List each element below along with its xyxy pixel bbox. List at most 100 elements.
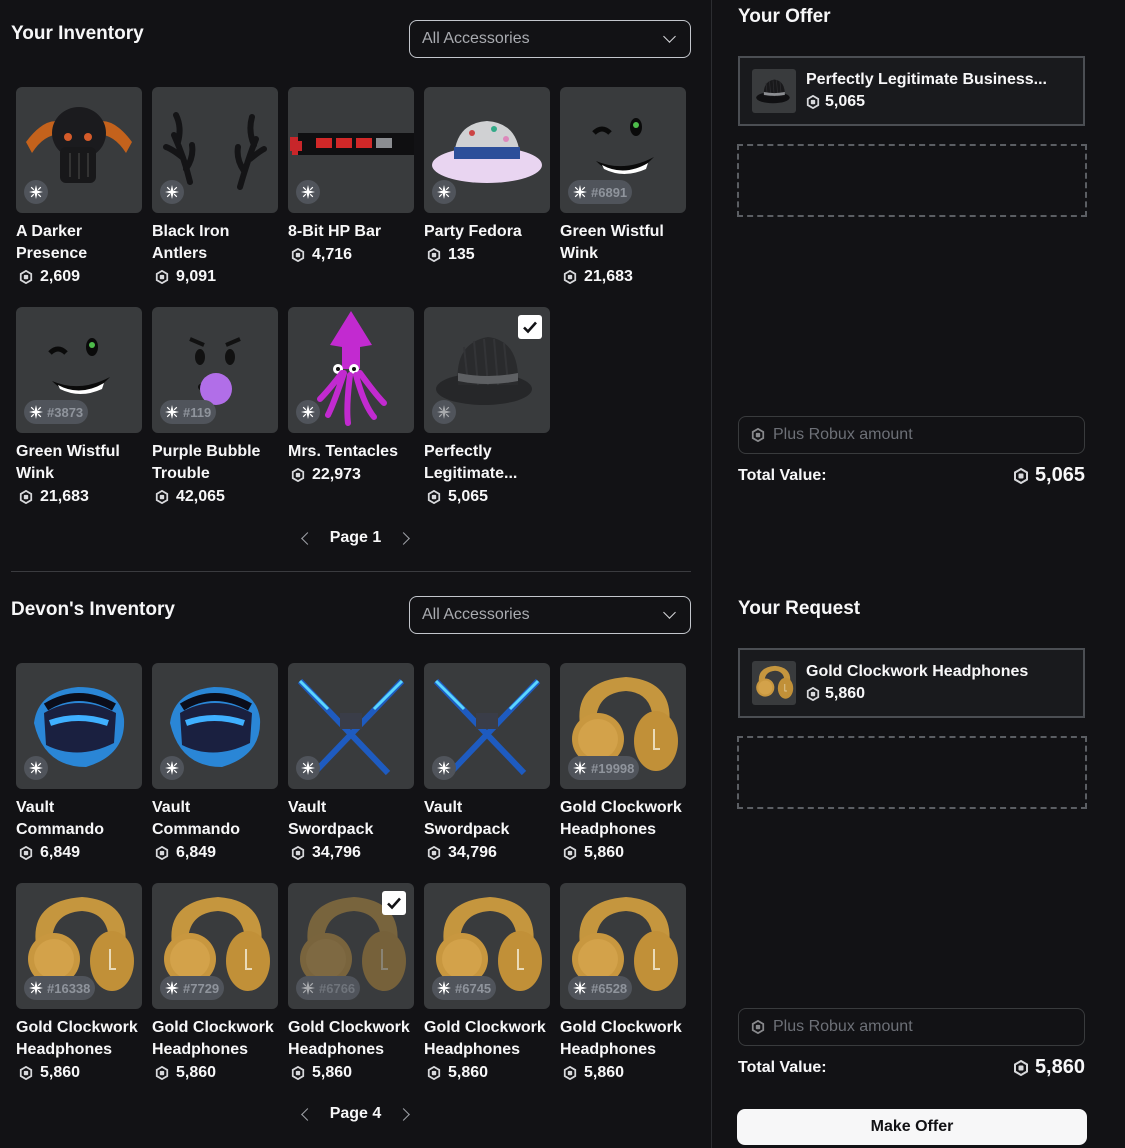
request-robux-field[interactable]	[738, 1008, 1085, 1046]
item-name[interactable]: Vault Commando	[16, 797, 142, 841]
filter-label: All Accessories	[422, 606, 530, 623]
inventory-item[interactable]: #6891 Green Wistful Wink 21,683	[560, 87, 686, 286]
inventory-item[interactable]: Mrs. Tentacles 22,973	[288, 307, 414, 484]
item-thumbnail[interactable]	[152, 87, 278, 213]
item-name[interactable]: Black Iron Antlers	[152, 221, 278, 265]
offer-empty-slot[interactable]	[737, 144, 1087, 217]
request-empty-slot[interactable]	[737, 736, 1087, 809]
item-name[interactable]: Vault Swordpack	[288, 797, 414, 841]
inventory-item[interactable]: #7729 Gold Clockwork Headphones 5,860	[152, 883, 278, 1082]
limited-badge	[296, 400, 320, 424]
item-name[interactable]: Gold Clockwork Headphones	[152, 1017, 278, 1061]
inventory-item[interactable]: #3873 Green Wistful Wink 21,683	[16, 307, 142, 506]
inventory-item[interactable]: Vault Swordpack 34,796	[288, 663, 414, 862]
request-total-value: 5,860	[1034, 1056, 1085, 1078]
item-name[interactable]: 8-Bit HP Bar	[288, 221, 414, 243]
item-thumbnail[interactable]: #6766	[288, 883, 414, 1009]
item-thumbnail[interactable]	[424, 307, 550, 433]
item-thumbnail[interactable]	[424, 663, 550, 789]
item-name[interactable]: Gold Clockwork Headphones	[560, 1017, 686, 1061]
sparkle-icon	[573, 981, 587, 995]
trade-summary-panel: Your Offer Perfectly Legitimate Business…	[711, 0, 1125, 1148]
sparkle-icon	[29, 761, 43, 775]
chevron-left-icon[interactable]	[300, 1107, 314, 1121]
inventory-item[interactable]: #6766 Gold Clockwork Headphones 5,860	[288, 883, 414, 1082]
item-thumbnail[interactable]	[288, 663, 414, 789]
inventory-item[interactable]: #16338 Gold Clockwork Headphones 5,860	[16, 883, 142, 1082]
item-name[interactable]: Gold Clockwork Headphones	[560, 797, 686, 841]
item-thumbnail[interactable]	[424, 87, 550, 213]
inventory-item[interactable]: Black Iron Antlers 9,091	[152, 87, 278, 286]
item-name[interactable]: A Darker Presence	[16, 221, 142, 265]
item-price: 34,796	[288, 844, 414, 862]
offer-slot-1[interactable]: Perfectly Legitimate Business... 5,065	[738, 56, 1085, 126]
robux-icon	[563, 846, 577, 860]
item-name[interactable]: Green Wistful Wink	[16, 441, 142, 485]
item-thumbnail[interactable]: #3873	[16, 307, 142, 433]
item-thumbnail[interactable]: #7729	[152, 883, 278, 1009]
item-thumbnail[interactable]: #119	[152, 307, 278, 433]
item-price-value: 34,796	[312, 844, 361, 861]
robux-icon	[806, 95, 820, 109]
item-thumbnail[interactable]: #6528	[560, 883, 686, 1009]
item-name[interactable]: Party Fedora	[424, 221, 550, 243]
item-thumbnail[interactable]: #16338	[16, 883, 142, 1009]
total-label: Total Value:	[738, 1058, 827, 1076]
item-price: 135	[424, 246, 550, 264]
inventory-item[interactable]: #6745 Gold Clockwork Headphones 5,860	[424, 883, 550, 1082]
offer-robux-input[interactable]	[773, 426, 1073, 444]
inventory-item[interactable]: Vault Commando 6,849	[152, 663, 278, 862]
serial-number: #3873	[47, 404, 84, 420]
item-name[interactable]: Perfectly Legitimate...	[424, 441, 550, 485]
item-thumbnail[interactable]: #6891	[560, 87, 686, 213]
serial-number: #19998	[591, 760, 635, 776]
item-name[interactable]: Gold Clockwork Headphones	[424, 1017, 550, 1061]
sparkle-icon	[301, 761, 315, 775]
sparkle-icon	[29, 405, 43, 419]
item-price: 5,860	[16, 1064, 142, 1082]
item-thumbnail[interactable]	[288, 307, 414, 433]
item-price-value: 6,849	[176, 844, 217, 861]
request-robux-input[interactable]	[773, 1018, 1073, 1036]
checkmark-icon[interactable]	[382, 891, 406, 915]
inventory-item[interactable]: #119 Purple Bubble Trouble 42,065	[152, 307, 278, 506]
inventory-panel: Your Inventory All Accessories A Darker …	[0, 0, 711, 1148]
item-thumbnail[interactable]	[16, 663, 142, 789]
offer-robux-field[interactable]	[738, 416, 1085, 454]
inventory-item[interactable]: Perfectly Legitimate... 5,065	[424, 307, 550, 506]
inventory-item[interactable]: A Darker Presence 2,609	[16, 87, 142, 286]
inventory-item[interactable]: 8-Bit HP Bar 4,716	[288, 87, 414, 264]
item-name[interactable]: Mrs. Tentacles	[288, 441, 414, 463]
inventory-item[interactable]: #6528 Gold Clockwork Headphones 5,860	[560, 883, 686, 1082]
inventory-item[interactable]: Vault Commando 6,849	[16, 663, 142, 862]
limited-badge	[432, 400, 456, 424]
chevron-left-icon[interactable]	[300, 531, 314, 545]
your-inventory-filter-dropdown[interactable]: All Accessories	[409, 20, 691, 58]
item-name[interactable]: Gold Clockwork Headphones	[16, 1017, 142, 1061]
item-thumbnail[interactable]	[152, 663, 278, 789]
item-name[interactable]: Purple Bubble Trouble	[152, 441, 278, 485]
chevron-right-icon[interactable]	[397, 531, 411, 545]
your-offer-title: Your Offer	[738, 6, 831, 27]
request-slot-1[interactable]: Gold Clockwork Headphones 5,860	[738, 648, 1085, 718]
item-name[interactable]: Gold Clockwork Headphones	[288, 1017, 414, 1061]
item-name[interactable]: Green Wistful Wink	[560, 221, 686, 265]
inventory-item[interactable]: #19998 Gold Clockwork Headphones 5,860	[560, 663, 686, 862]
item-thumbnail[interactable]: #19998	[560, 663, 686, 789]
sparkle-icon	[165, 981, 179, 995]
make-offer-button[interactable]: Make Offer	[737, 1109, 1087, 1145]
devon-inventory-filter-dropdown[interactable]: All Accessories	[409, 596, 691, 634]
item-price: 6,849	[152, 844, 278, 862]
item-thumbnail[interactable]: #6745	[424, 883, 550, 1009]
chevron-right-icon[interactable]	[397, 1107, 411, 1121]
item-thumbnail[interactable]	[288, 87, 414, 213]
offer-item-name: Perfectly Legitimate Business...	[806, 71, 1047, 88]
item-name[interactable]: Vault Swordpack	[424, 797, 550, 841]
item-name[interactable]: Vault Commando	[152, 797, 278, 841]
item-price: 5,065	[424, 488, 550, 506]
inventory-item[interactable]: Party Fedora 135	[424, 87, 550, 264]
inventory-item[interactable]: Vault Swordpack 34,796	[424, 663, 550, 862]
item-thumbnail[interactable]	[16, 87, 142, 213]
serial-number: #6528	[591, 980, 628, 996]
checkmark-icon[interactable]	[518, 315, 542, 339]
